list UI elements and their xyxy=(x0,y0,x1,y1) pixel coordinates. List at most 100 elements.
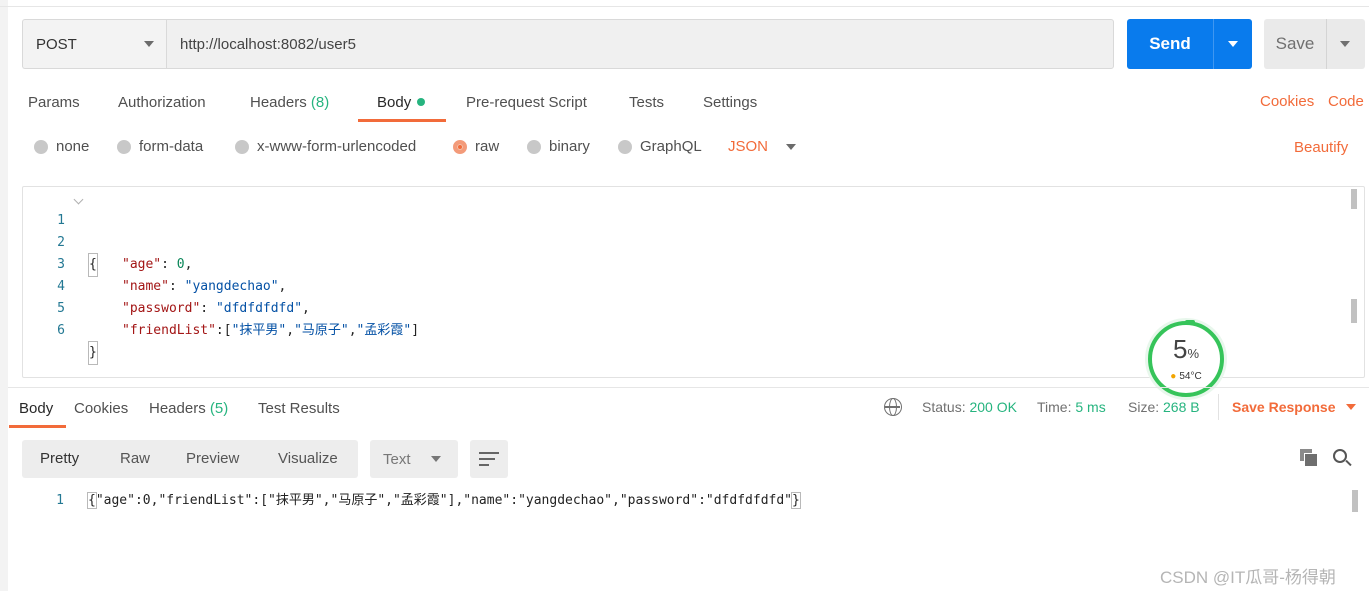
radio-raw[interactable]: raw xyxy=(453,138,499,155)
temperature-value: 54°C xyxy=(1179,371,1202,382)
response-divider xyxy=(8,387,1369,388)
json-value: "抹平男" xyxy=(231,323,287,338)
cpu-percent: 5% xyxy=(1173,336,1199,367)
tab-tests[interactable]: Tests xyxy=(629,92,664,122)
status-label: Status: xyxy=(922,399,966,415)
editor-scrollbar[interactable] xyxy=(1351,189,1357,209)
tab-test-results[interactable]: Test Results xyxy=(258,398,340,428)
size-meta: Size: 268 B xyxy=(1128,399,1200,415)
save-button[interactable]: Save xyxy=(1264,19,1365,69)
radio-graphql[interactable]: GraphQL xyxy=(618,138,702,155)
radio-circle-icon xyxy=(117,139,131,154)
status-meta: Status: 200 OK xyxy=(922,399,1017,415)
view-preview-button[interactable]: Preview xyxy=(186,440,239,478)
code-line: 5 "friendList":["抹平男","马原子","孟彩霞"] xyxy=(23,276,1364,338)
line-number: 6 xyxy=(57,323,65,338)
code-line: 3 "name": "yangdechao", xyxy=(23,232,1364,294)
cpu-percent-unit: % xyxy=(1187,346,1200,361)
search-icon[interactable] xyxy=(1333,449,1347,463)
beautify-link[interactable]: Beautify xyxy=(1294,139,1348,156)
radio-selected-icon xyxy=(453,139,467,154)
wrap-lines-icon xyxy=(479,452,499,454)
watermark: CSDN @IT瓜哥-杨得朝 xyxy=(1160,568,1336,587)
method-select[interactable]: POST xyxy=(22,19,166,69)
radio-x-www-form-urlencoded[interactable]: x-www-form-urlencoded xyxy=(235,138,416,155)
cpu-monitor-widget[interactable]: 5% ● 54°C xyxy=(1148,320,1224,397)
method-label: POST xyxy=(36,35,77,53)
chevron-down-icon xyxy=(144,41,154,47)
save-options-chevron-icon[interactable] xyxy=(1326,19,1365,69)
tab-headers[interactable]: Headers (8) xyxy=(250,92,329,122)
tab-label: Pre-request Script xyxy=(466,94,587,111)
tab-params[interactable]: Params xyxy=(28,92,80,122)
tab-label: Settings xyxy=(703,94,758,111)
tab-body[interactable]: Body xyxy=(377,92,426,122)
wrap-lines-icon-line xyxy=(479,458,495,460)
request-url-bar: POST http://localhost:8082/user5 xyxy=(22,19,1114,69)
tab-label: Body xyxy=(19,400,54,417)
radio-binary[interactable]: binary xyxy=(527,138,590,155)
tab-label: Params xyxy=(28,94,80,111)
wrap-lines-button[interactable] xyxy=(470,440,508,478)
headers-count: (8) xyxy=(310,94,330,111)
response-format-select[interactable]: Text xyxy=(370,440,458,478)
code-text: "friendList":["抹平男","马原子","孟彩霞"] xyxy=(122,323,420,338)
send-options-chevron-icon[interactable] xyxy=(1213,19,1252,69)
size-value[interactable]: 268 B xyxy=(1163,399,1200,415)
gauge-marker xyxy=(1185,320,1195,324)
save-response-button[interactable]: Save Response xyxy=(1232,399,1356,415)
radio-label: none xyxy=(56,138,90,155)
chevron-down-icon xyxy=(1345,404,1356,410)
tab-label: Tests xyxy=(629,94,665,111)
tab-response-body[interactable]: Body xyxy=(19,398,53,428)
url-input[interactable]: http://localhost:8082/user5 xyxy=(166,19,1114,69)
code-link[interactable]: Code xyxy=(1328,93,1364,110)
code-line: 4 "password": "dfdfdfdfd", xyxy=(23,254,1364,316)
code-line: 1 { xyxy=(23,188,1364,277)
cpu-temperature: ● 54°C xyxy=(1170,371,1201,382)
tab-label: Headers xyxy=(250,94,307,111)
active-tab-indicator xyxy=(358,119,446,122)
send-button[interactable]: Send xyxy=(1127,19,1252,69)
send-label: Send xyxy=(1149,34,1191,53)
raw-format-label: JSON xyxy=(728,138,769,155)
tab-response-headers[interactable]: Headers (5) xyxy=(149,398,228,428)
editor-scrollbar-thumb[interactable] xyxy=(1351,299,1357,323)
close-brace: } xyxy=(791,492,801,509)
radio-form-data[interactable]: form-data xyxy=(117,138,203,155)
tab-response-cookies[interactable]: Cookies xyxy=(74,398,128,428)
response-scrollbar[interactable] xyxy=(1352,490,1358,512)
chevron-down-icon xyxy=(786,143,797,150)
json-value: "马原子" xyxy=(294,323,349,338)
tab-pre-request-script[interactable]: Pre-request Script xyxy=(466,92,587,122)
body-modified-dot-icon xyxy=(417,98,426,106)
fold-chevron-icon[interactable] xyxy=(73,194,84,205)
code-text: } xyxy=(88,341,98,365)
json-key: "friendList" xyxy=(122,323,216,338)
radio-label: form-data xyxy=(139,138,204,155)
open-brace: { xyxy=(87,492,97,509)
code-line: 2 "age": 0, xyxy=(23,210,1364,272)
view-raw-button[interactable]: Raw xyxy=(120,440,150,478)
tab-settings[interactable]: Settings xyxy=(703,92,757,122)
copy-icon[interactable] xyxy=(1300,449,1318,467)
radio-none[interactable]: none xyxy=(34,138,89,155)
cpu-percent-value: 5 xyxy=(1172,334,1188,364)
radio-label: x-www-form-urlencoded xyxy=(257,138,417,155)
response-format-label: Text xyxy=(383,450,411,468)
view-pretty-button[interactable]: Pretty xyxy=(40,440,79,478)
status-value[interactable]: 200 OK xyxy=(969,399,1016,415)
raw-format-select[interactable]: JSON xyxy=(728,138,797,155)
globe-icon[interactable] xyxy=(884,398,902,416)
tab-authorization[interactable]: Authorization xyxy=(118,92,206,122)
active-response-tab-indicator xyxy=(9,425,66,428)
tab-label: Test Results xyxy=(258,400,340,417)
save-response-label: Save Response xyxy=(1232,399,1336,415)
radio-circle-icon xyxy=(527,139,541,154)
cookies-link[interactable]: Cookies xyxy=(1260,93,1314,110)
time-value[interactable]: 5 ms xyxy=(1075,399,1105,415)
headers-count: (5) xyxy=(209,400,229,417)
view-visualize-button[interactable]: Visualize xyxy=(278,440,338,478)
radio-label: raw xyxy=(475,138,500,155)
view-mode-group: Pretty Raw Preview Visualize xyxy=(22,440,358,478)
